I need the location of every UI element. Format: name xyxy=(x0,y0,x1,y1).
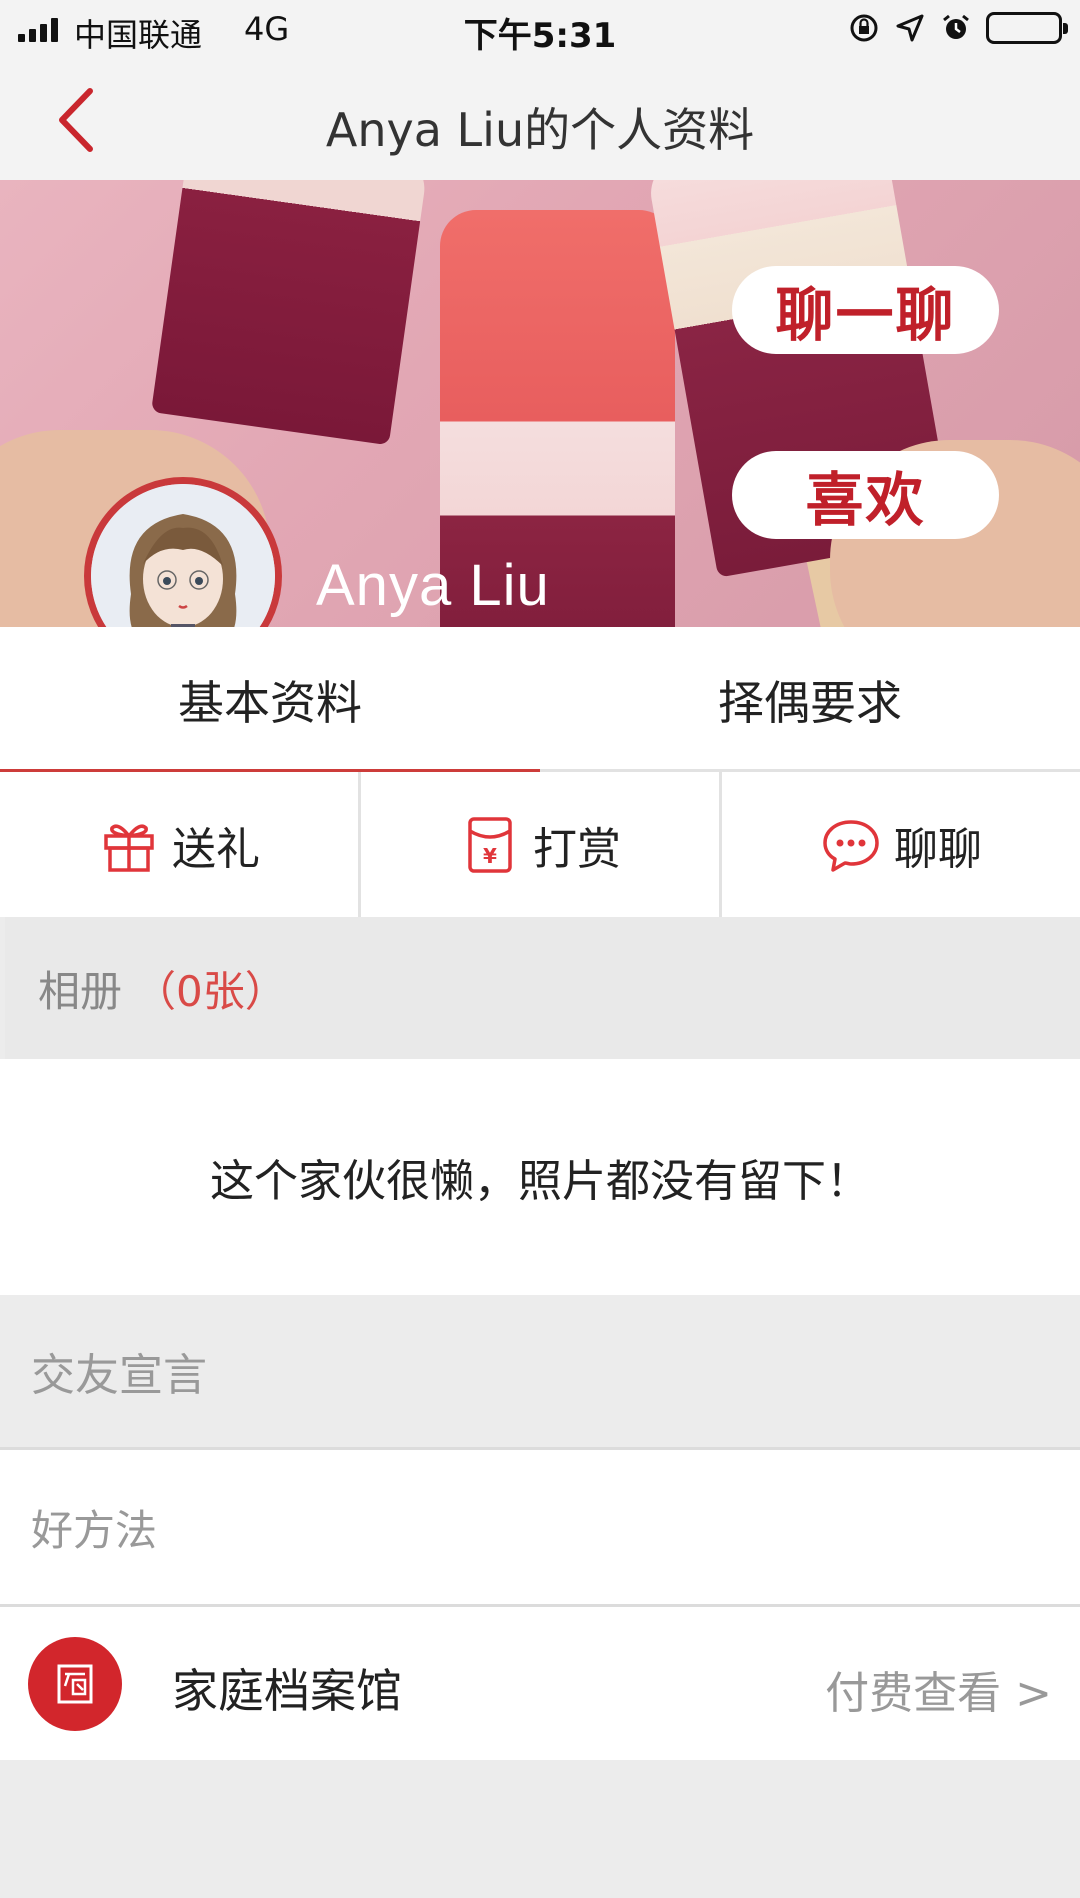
album-header[interactable]: 相册 （0张） xyxy=(5,917,1080,1059)
svg-text:¥: ¥ xyxy=(483,844,497,868)
album-count: （0张） xyxy=(134,966,287,1016)
page-bottom-area xyxy=(0,1760,1080,1898)
battery-icon xyxy=(986,12,1068,44)
send-gift-label: 送礼 xyxy=(172,823,260,875)
chat-bubble-icon xyxy=(820,814,882,876)
profile-tabs: 基本资料 择偶要求 xyxy=(0,627,1080,775)
quick-chat-label: 聊聊 xyxy=(894,823,982,875)
status-bar: 中国联通 4G 下午5:31 xyxy=(0,0,1080,60)
gift-icon xyxy=(98,814,160,876)
like-button[interactable]: 喜欢 xyxy=(732,451,999,539)
navigation-bar: Anya Liu的个人资料 xyxy=(0,60,1080,180)
archive-title: 家庭档案馆 xyxy=(172,1664,402,1718)
avatar-illustration xyxy=(91,484,275,627)
tip-label: 打赏 xyxy=(533,823,621,875)
location-icon xyxy=(894,12,926,44)
tab-basic-info[interactable]: 基本资料 xyxy=(0,627,540,775)
album-label: 相册 xyxy=(38,966,123,1016)
status-icons xyxy=(848,12,1068,44)
tab-partner-requirements[interactable]: 择偶要求 xyxy=(540,627,1080,772)
archive-logo-icon xyxy=(28,1637,122,1731)
quick-chat-button[interactable]: 聊聊 xyxy=(722,772,1080,917)
page-title: Anya Liu的个人资料 xyxy=(325,103,755,157)
manifesto-header: 交友宣言 xyxy=(0,1295,1080,1450)
tip-button[interactable]: ¥ 打赏 xyxy=(361,772,722,917)
chat-button[interactable]: 聊一聊 xyxy=(732,266,999,354)
family-archive-row[interactable]: 家庭档案馆 付费查看 > xyxy=(0,1607,1080,1760)
pay-to-view-link[interactable]: 付费查看 > xyxy=(825,1657,1052,1721)
profile-banner: Anya Liu 聊一聊 喜欢 xyxy=(0,180,1080,627)
rotation-lock-icon xyxy=(848,12,880,44)
profile-name: Anya Liu xyxy=(316,553,550,618)
alarm-icon xyxy=(940,12,972,44)
manifesto-text: 好方法 xyxy=(0,1450,1080,1607)
album-empty-state: 这个家伙很懒，照片都没有留下！ xyxy=(0,1059,1080,1295)
action-row: 送礼 ¥ 打赏 聊聊 xyxy=(0,772,1080,917)
red-envelope-icon: ¥ xyxy=(459,814,521,876)
send-gift-button[interactable]: 送礼 xyxy=(0,772,361,917)
